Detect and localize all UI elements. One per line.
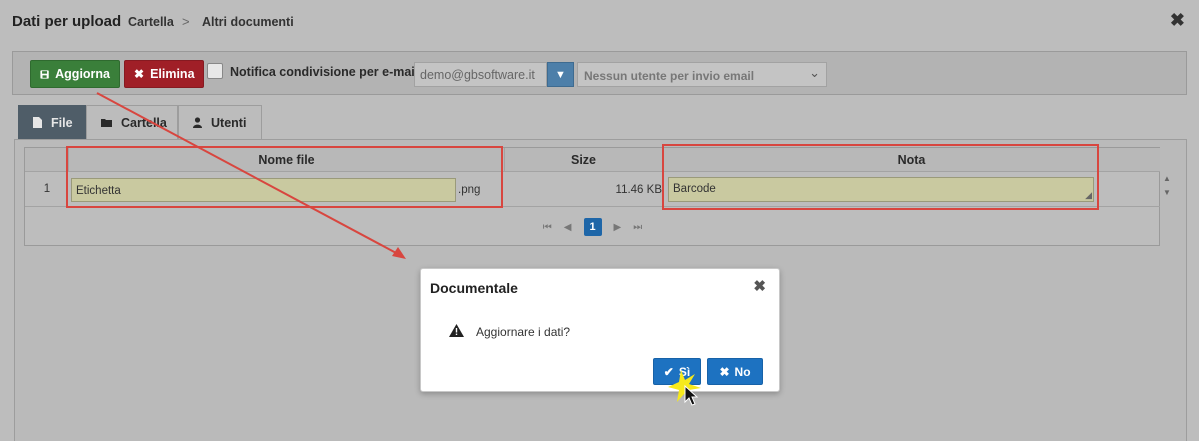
last-page-icon[interactable]: ⏭ [633,222,642,233]
delete-button[interactable]: ✖ Elimina [124,60,204,88]
tab-utenti[interactable]: Utenti [178,105,262,139]
next-page-icon[interactable]: ▶ [614,222,622,233]
tab-cartella-label: Cartella [121,115,167,130]
email-field[interactable]: demo@gbsoftware.it [414,62,547,87]
warning-icon [449,324,464,337]
grid-scrollbar[interactable]: ▲ ▼ [1161,172,1173,208]
scroll-down-icon[interactable]: ▼ [1161,186,1173,200]
modal-header: Dati per upload Cartella > Altri documen… [0,0,1199,44]
no-button[interactable]: ✖ No [707,358,763,385]
notify-label: Notifica condivisione per e-mail [230,65,419,79]
dialog-message: Aggiornare i dati? [476,325,571,339]
file-icon [33,117,42,128]
current-page[interactable]: 1 [583,218,602,236]
confirm-dialog: Documentale ✖ Aggiornare i dati? ✔ Sì ✖ … [420,268,780,392]
pager: ⏮ ◀ 1 ▶ ⏭ [25,208,1160,246]
save-icon [40,69,49,79]
user-select[interactable]: Nessun utente per invio email ⌄ [577,62,827,87]
file-size: 11.46 KB [615,184,662,196]
close-icon[interactable]: ✖ [1170,10,1185,31]
prev-page-icon[interactable]: ◀ [564,222,572,233]
close-icon: ✖ [719,364,730,379]
chevron-down-icon: ▼ [555,68,566,81]
breadcrumb-separator: > [182,14,190,29]
breadcrumb-altri-documenti: Altri documenti [202,15,294,29]
close-icon[interactable]: ✖ [753,277,766,295]
column-header-number [25,148,69,172]
mouse-cursor-icon [668,370,701,406]
breadcrumb-cartella[interactable]: Cartella [128,15,174,29]
update-button[interactable]: Aggiorna [30,60,120,88]
notify-checkbox[interactable] [207,63,223,79]
tab-cartella[interactable]: Cartella [86,105,178,139]
highlight-box-nota [662,144,1099,210]
toolbar: Aggiorna ✖ Elimina Notifica condivisione… [12,51,1187,95]
delete-button-label: Elimina [150,67,195,81]
tab-utenti-label: Utenti [211,115,247,130]
first-page-icon[interactable]: ⏮ [543,222,552,233]
no-button-label: No [734,364,751,379]
modal-title: Dati per upload [12,13,122,30]
update-button-label: Aggiorna [55,67,110,81]
dialog-title: Documentale [430,280,518,296]
scroll-up-icon[interactable]: ▲ [1161,172,1173,186]
folder-icon [101,119,112,127]
email-dropdown-button[interactable]: ▼ [547,62,574,87]
highlight-box-nome-file [66,146,503,208]
user-icon [193,117,202,128]
chevron-down-icon: ⌄ [809,65,820,80]
close-icon: ✖ [134,67,145,81]
tab-file[interactable]: File [18,105,86,139]
row-number: 1 [43,183,51,195]
user-select-placeholder: Nessun utente per invio email [584,69,755,83]
tab-file-label: File [51,115,73,130]
column-header-size[interactable]: Size [505,148,663,172]
